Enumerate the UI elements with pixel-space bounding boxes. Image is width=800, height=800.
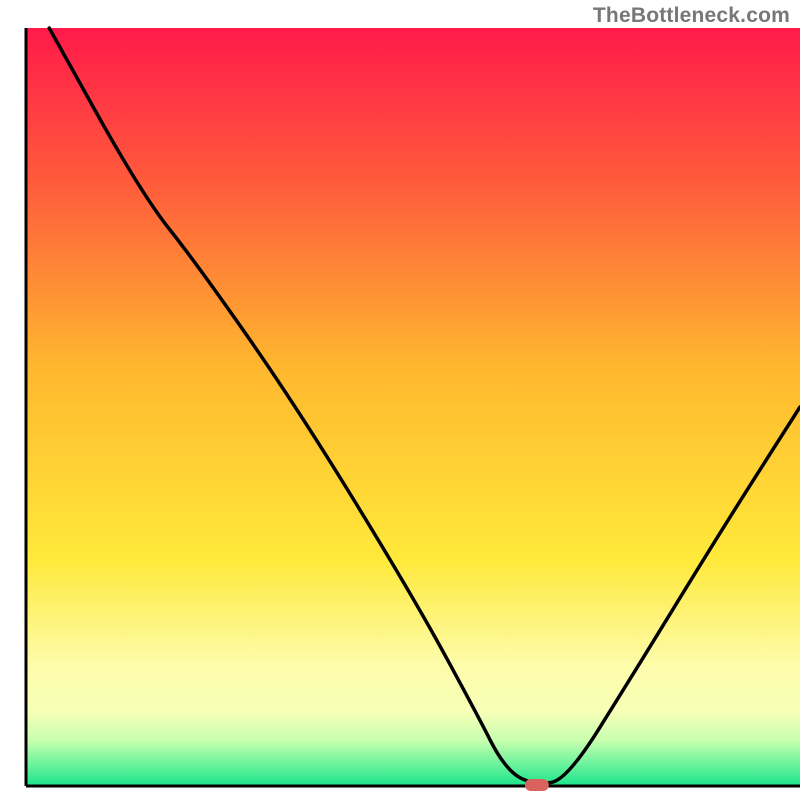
bottleneck-chart [0, 0, 800, 800]
chart-container: TheBottleneck.com [0, 0, 800, 800]
plot-background [26, 28, 800, 786]
watermark-text: TheBottleneck.com [593, 4, 790, 28]
optimal-marker [525, 779, 549, 791]
